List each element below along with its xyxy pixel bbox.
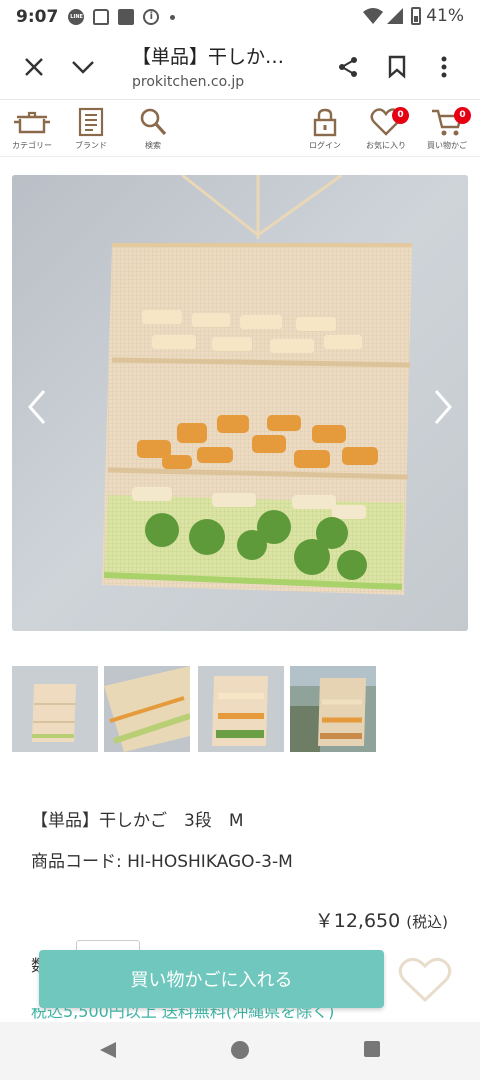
price: ￥12,650 (税込): [315, 906, 448, 933]
more-vert-icon: [441, 56, 447, 78]
tax-label: (税込): [406, 913, 448, 931]
pot-icon: [14, 111, 50, 134]
nav-favorites[interactable]: 0 お気に入り: [360, 107, 412, 151]
status-right: 41%: [363, 6, 464, 26]
close-button[interactable]: [18, 51, 50, 83]
back-icon: [100, 1042, 116, 1058]
document-icon: [78, 107, 104, 137]
square-icon: [118, 9, 135, 25]
nav-login-label: ログイン: [309, 141, 341, 150]
add-to-cart-button[interactable]: 買い物かごに入れる: [39, 950, 384, 1008]
thumbnail-image: [290, 666, 376, 752]
nav-cart[interactable]: 0 買い物かご: [420, 107, 474, 151]
nav-cart-label: 買い物かご: [427, 141, 467, 150]
cart-badge: 0: [454, 107, 471, 124]
favorite-button[interactable]: [396, 953, 454, 1007]
battery-icon: [411, 7, 422, 25]
page-url: prokitchen.co.jp: [132, 74, 245, 90]
chevron-right-icon: [434, 390, 452, 424]
product-code: 商品コード: HI-HOSHIKAGO-3-M: [31, 852, 293, 872]
thumbnail-3[interactable]: [198, 666, 284, 752]
share-button[interactable]: [332, 51, 364, 83]
nav-search-label: 検索: [145, 141, 161, 150]
bookmark-icon: [388, 55, 406, 79]
thumbnail-4[interactable]: [290, 666, 376, 752]
shipping-note-text: 税込5,500円以上 送料無料(沖縄県を除く): [31, 1008, 335, 1021]
home-icon: [231, 1041, 249, 1059]
product-name: 【単品】干しかご 3段 M: [31, 811, 244, 831]
nav-brand-label: ブランド: [75, 141, 107, 150]
nav-search[interactable]: 検索: [130, 107, 176, 151]
heart-outline-icon: [398, 957, 452, 1003]
bookmark-button[interactable]: [381, 51, 413, 83]
nav-favorites-label: お気に入り: [366, 141, 406, 150]
chevron-down-icon: [72, 61, 94, 74]
back-button[interactable]: [98, 1040, 118, 1064]
thumbnail-image: [198, 666, 284, 752]
close-icon: [25, 58, 43, 76]
thumbnail-image: [104, 666, 190, 752]
more-menu-button[interactable]: [428, 51, 460, 83]
wifi-icon: [363, 8, 384, 24]
line-icon: [68, 9, 85, 25]
nav-login[interactable]: ログイン: [302, 107, 348, 151]
thumbnail-image: [12, 666, 98, 752]
system-nav-bar: [0, 1022, 480, 1080]
nav-category[interactable]: カテゴリー: [6, 107, 58, 151]
battery-level: 41%: [426, 6, 464, 26]
drying-basket-photo: [12, 175, 468, 631]
favorites-badge: 0: [392, 107, 409, 124]
share-icon: [339, 57, 357, 77]
nav-brand[interactable]: ブランド: [68, 107, 114, 151]
carousel-prev-button[interactable]: [22, 385, 52, 429]
site-header: カテゴリー ブランド 検索 ログイン 0 お気に入り 0 買い物かご: [0, 101, 480, 157]
chevron-left-icon: [28, 390, 46, 424]
browser-toolbar: 【単品】干しか… prokitchen.co.jp: [0, 34, 480, 100]
page-title: 【単品】干しか…: [132, 46, 285, 68]
price-value: ￥12,650: [314, 910, 401, 932]
thumbnail-2[interactable]: [104, 666, 190, 752]
search-icon: [140, 108, 167, 136]
page-title-block[interactable]: 【単品】干しか… prokitchen.co.jp: [132, 42, 312, 90]
dot-icon: [170, 14, 176, 20]
lock-icon: [313, 108, 337, 137]
signal-icon: [387, 8, 404, 24]
status-bar: 9:07 i 41%: [0, 0, 480, 34]
nav-category-label: カテゴリー: [12, 141, 52, 150]
page-menu-button[interactable]: [67, 51, 99, 83]
thumbnail-strip: [12, 666, 382, 754]
product-main-image[interactable]: [12, 175, 468, 631]
thumbnail-1[interactable]: [12, 666, 98, 752]
info-icon: i: [143, 9, 160, 25]
recents-icon: [364, 1041, 380, 1057]
recents-button[interactable]: [363, 1040, 381, 1062]
status-time: 9:07: [16, 7, 59, 27]
home-button[interactable]: [230, 1040, 250, 1064]
carousel-next-button[interactable]: [428, 385, 458, 429]
bag-icon: [93, 9, 110, 25]
